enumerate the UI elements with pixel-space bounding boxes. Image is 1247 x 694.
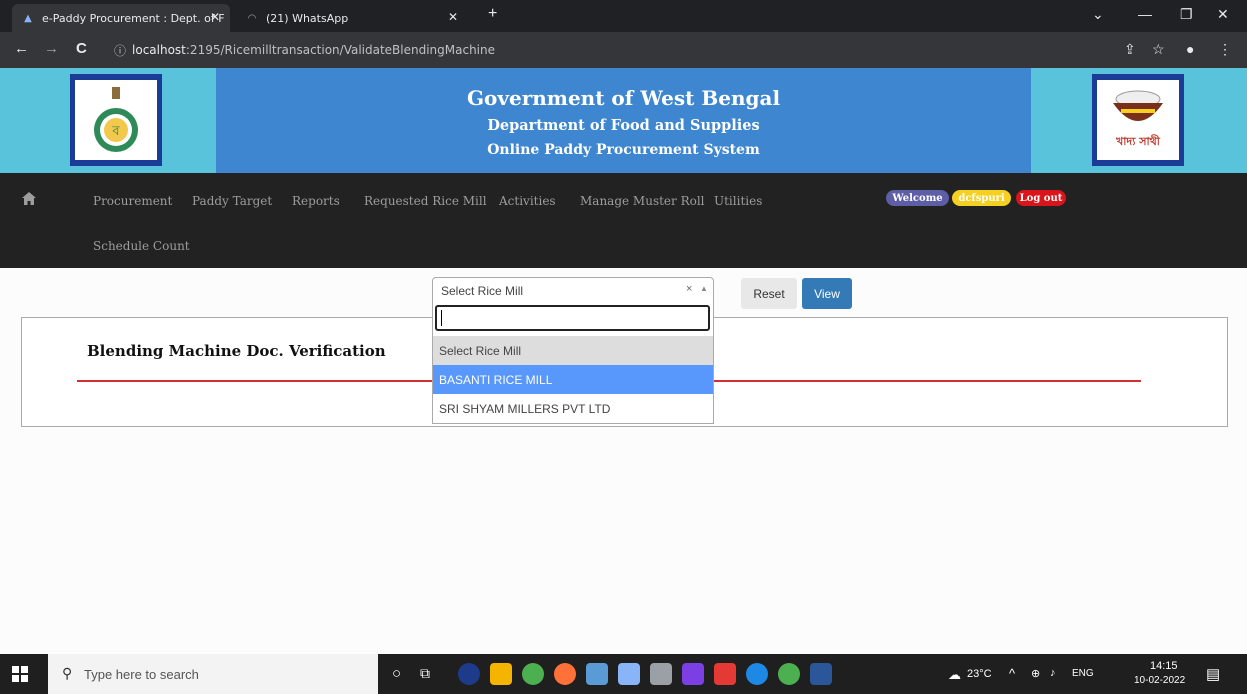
firefox-icon[interactable] xyxy=(554,663,576,685)
reload-icon[interactable]: C xyxy=(76,40,87,57)
task-view-icon[interactable]: ⧉ xyxy=(420,665,430,682)
view-button[interactable]: View xyxy=(802,278,852,309)
share-icon[interactable]: ⇪ xyxy=(1124,41,1136,58)
file-explorer-icon[interactable] xyxy=(490,663,512,685)
network-icon[interactable]: ⊕ xyxy=(1031,667,1040,680)
restore-icon[interactable]: ❐ xyxy=(1180,6,1193,23)
logout-button[interactable]: Log out xyxy=(1016,190,1066,206)
new-tab-button[interactable]: + xyxy=(488,5,497,23)
weather-icon: ☁ xyxy=(948,667,961,682)
close-tab-icon[interactable]: ✕ xyxy=(448,10,458,24)
dropdown-option[interactable]: Select Rice Mill xyxy=(433,336,713,365)
chevron-up-icon[interactable]: ▲ xyxy=(700,284,708,293)
main-navbar: Procurement Paddy Target Reports Request… xyxy=(0,173,1247,268)
site-banner: ব Government of West Bengal Department o… xyxy=(0,68,1247,173)
home-icon[interactable] xyxy=(22,192,36,205)
app-icon[interactable] xyxy=(586,663,608,685)
clock-time[interactable]: 14:15 xyxy=(1150,660,1178,672)
dropdown-search-input[interactable] xyxy=(435,305,710,331)
chevron-up-icon[interactable]: ^ xyxy=(1009,666,1015,681)
nav-activities[interactable]: Activities xyxy=(499,194,556,208)
profile-icon[interactable]: ● xyxy=(1186,41,1194,57)
emblem-icon: ব xyxy=(94,87,138,152)
clock-date[interactable]: 10-02-2022 xyxy=(1134,675,1185,686)
volume-icon[interactable]: ♪ xyxy=(1050,667,1056,679)
nav-requested-rice-mill[interactable]: Requested Rice Mill xyxy=(364,194,487,208)
cortana-icon[interactable]: ○ xyxy=(392,665,401,682)
visual-studio-icon[interactable] xyxy=(682,663,704,685)
search-icon: ⚲ xyxy=(62,665,73,681)
windows-start-icon[interactable] xyxy=(12,666,28,682)
page-favicon-icon: ▲ xyxy=(24,12,32,24)
dropdown-option[interactable]: BASANTI RICE MILL xyxy=(433,365,713,394)
select-value: Select Rice Mill xyxy=(441,284,524,298)
browser-tab-bar: ▲ e-Paddy Procurement : Dept. of F ✕ ◠ (… xyxy=(0,0,1247,32)
nav-utilities[interactable]: Utilities xyxy=(714,194,762,208)
rice-pot-icon xyxy=(1113,90,1163,121)
address-bar-row: ← → C ⓘ localhost :2195/Ricemilltransact… xyxy=(0,32,1247,68)
nav-manage-muster-roll[interactable]: Manage Muster Roll xyxy=(580,194,705,208)
word-icon[interactable] xyxy=(810,663,832,685)
windows-taskbar: Type here to search ⚲ ○ ⧉ ☁ 23°C ^ ⊕ ♪ E… xyxy=(0,654,1247,694)
close-window-icon[interactable]: ✕ xyxy=(1217,6,1229,23)
panel-title: Blending Machine Doc. Verification xyxy=(87,342,386,360)
nav-reports[interactable]: Reports xyxy=(292,194,340,208)
tab-title: e-Paddy Procurement : Dept. of F xyxy=(42,11,225,25)
nav-procurement[interactable]: Procurement xyxy=(93,194,172,208)
loading-icon: ◠ xyxy=(247,12,257,24)
bookmark-star-icon[interactable]: ☆ xyxy=(1152,41,1165,58)
app-icon[interactable] xyxy=(650,663,672,685)
forward-icon[interactable]: → xyxy=(44,40,59,57)
khadya-sathi-logo: খাদ্য সাথী xyxy=(1092,74,1184,166)
dropdown-option[interactable]: SRI SHYAM MILLERS PVT LTD xyxy=(433,394,713,423)
url-field[interactable]: ⓘ localhost :2195/Ricemilltransaction/Va… xyxy=(104,38,1104,62)
nav-schedule-count[interactable]: Schedule Count xyxy=(93,239,190,253)
tab-epaddy[interactable]: ▲ e-Paddy Procurement : Dept. of F ✕ xyxy=(12,4,230,32)
back-icon[interactable]: ← xyxy=(14,40,29,57)
taskbar-search-placeholder: Type here to search xyxy=(84,666,199,682)
select-clear-icon[interactable]: × xyxy=(686,283,692,295)
reset-button[interactable]: Reset xyxy=(741,278,797,309)
welcome-badge: Welcome xyxy=(886,190,949,206)
username-badge: dcfspuri xyxy=(952,190,1011,206)
taskbar-search-input[interactable]: Type here to search xyxy=(48,654,378,694)
menu-icon[interactable]: ⋮ xyxy=(1218,41,1232,58)
chrome-icon[interactable] xyxy=(778,663,800,685)
tab-whatsapp[interactable]: ◠ (21) WhatsApp ✕ xyxy=(236,4,476,32)
weather-temp[interactable]: 23°C xyxy=(967,668,992,680)
app-icon[interactable] xyxy=(746,663,768,685)
tab-title: (21) WhatsApp xyxy=(266,11,349,25)
svg-text:ব: ব xyxy=(111,124,120,139)
system-title: Online Paddy Procurement System xyxy=(487,142,760,158)
url-host: localhost xyxy=(132,43,186,57)
app-icon[interactable] xyxy=(618,663,640,685)
url-path: :2195/Ricemilltransaction/ValidateBlendi… xyxy=(185,43,496,57)
nav-paddy-target[interactable]: Paddy Target xyxy=(192,194,272,208)
language-indicator[interactable]: ENG xyxy=(1072,668,1094,679)
close-tab-icon[interactable]: ✕ xyxy=(210,10,220,24)
tab-search-icon[interactable]: ⌄ xyxy=(1092,6,1104,23)
page-title: Government of West Bengal xyxy=(466,86,781,110)
logo-text: খাদ্য সাথী xyxy=(1116,134,1160,148)
notification-icon[interactable]: ▤ xyxy=(1206,665,1220,683)
department-title: Department of Food and Supplies xyxy=(487,117,760,134)
banner-title-block: Government of West Bengal Department of … xyxy=(216,68,1031,173)
text-caret xyxy=(441,310,442,326)
chrome-icon[interactable] xyxy=(522,663,544,685)
rice-mill-select[interactable]: Select Rice Mill xyxy=(432,277,714,305)
minimize-icon[interactable]: — xyxy=(1138,6,1152,22)
app-icon[interactable] xyxy=(714,663,736,685)
app-icon[interactable] xyxy=(458,663,480,685)
wb-emblem-logo: ব xyxy=(70,74,162,166)
info-icon: ⓘ xyxy=(114,43,127,58)
